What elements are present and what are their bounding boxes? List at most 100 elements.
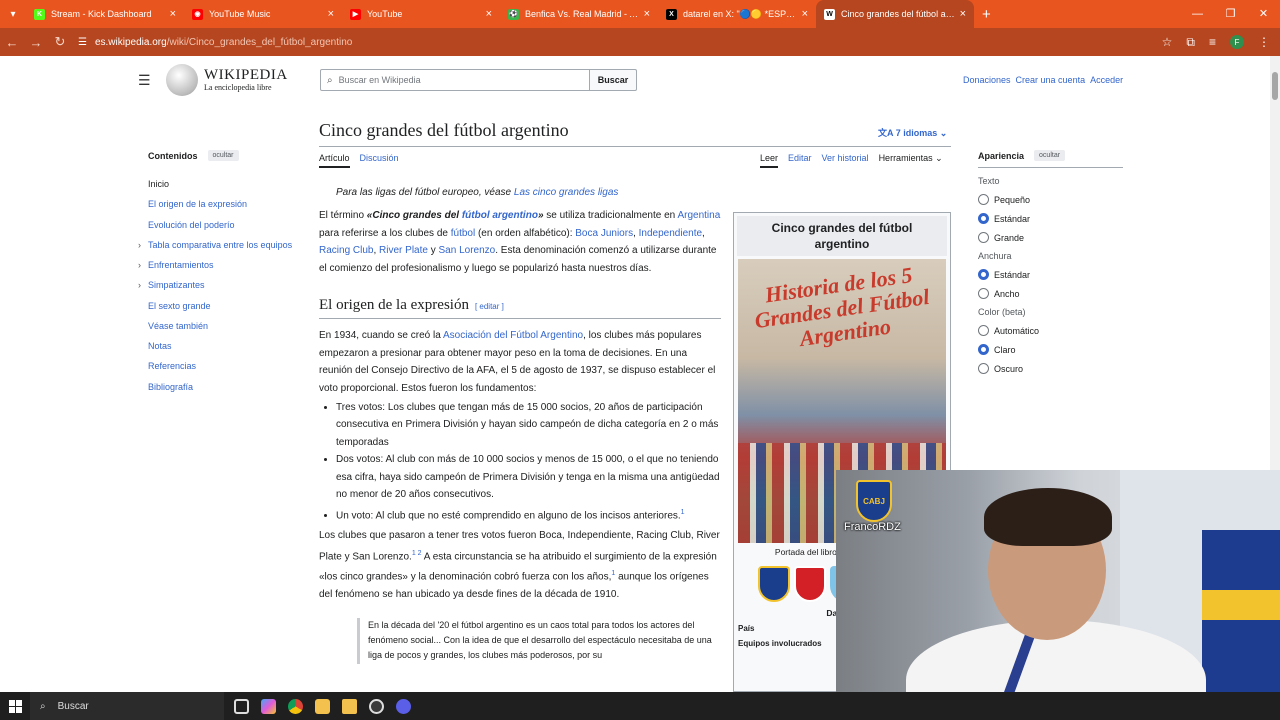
tab-edit[interactable]: Editar — [788, 153, 812, 168]
ref-link[interactable]: 1 2 — [412, 550, 422, 557]
toc-item[interactable]: Evolución del poderío — [148, 220, 308, 231]
toc-hide-button[interactable]: ocultar — [207, 150, 239, 161]
radio-option[interactable]: Claro — [978, 344, 1123, 355]
appearance-hide-button[interactable]: ocultar — [1034, 150, 1066, 161]
toc-item[interactable]: Referencias — [148, 361, 308, 372]
copilot-icon[interactable] — [261, 698, 276, 714]
section-edit-link[interactable]: [ editar ] — [475, 302, 504, 311]
radio-option[interactable]: Estándar — [978, 213, 1123, 224]
browser-tab[interactable]: ▶ YouTube × — [342, 0, 500, 28]
browser-tab[interactable]: ⚽ Benfica Vs. Real Madrid - Alinea × — [500, 0, 658, 28]
close-window-icon[interactable]: ✕ — [1247, 0, 1280, 28]
chrome-icon[interactable] — [288, 698, 303, 714]
link-futbol-argentino[interactable]: fútbol argentino — [462, 210, 538, 221]
main-menu-icon[interactable]: ☰ — [138, 72, 151, 89]
toc-item[interactable]: Bibliografía — [148, 382, 308, 393]
radio-button[interactable] — [978, 232, 989, 243]
toc-item[interactable]: El origen de la expresión — [148, 199, 308, 210]
search-input[interactable]: ⌕ Buscar en Wikipedia — [320, 69, 590, 91]
tools-dropdown[interactable]: Herramientas ⌄ — [879, 153, 943, 168]
link-racing-club[interactable]: Racing Club — [319, 245, 373, 256]
radio-button[interactable] — [978, 269, 989, 280]
radio-option[interactable]: Estándar — [978, 269, 1123, 280]
toc-item[interactable]: El sexto grande — [148, 301, 308, 312]
link-boca-juniors[interactable]: Boca Juniors — [575, 228, 633, 239]
tab-history[interactable]: Ver historial — [822, 153, 869, 168]
tab-read[interactable]: Leer — [760, 153, 779, 168]
obs-icon[interactable] — [369, 698, 384, 714]
close-tab-icon[interactable]: × — [960, 8, 966, 20]
maximize-icon[interactable]: ❐ — [1214, 0, 1247, 28]
new-tab-button[interactable]: + — [982, 6, 991, 23]
toc-item[interactable]: Véase también — [148, 321, 308, 332]
browser-tab[interactable]: Xdatarel en X: "🔵🟡 *ESPERAN × — [658, 0, 816, 28]
toc-item[interactable]: › Simpatizantes — [138, 280, 308, 291]
browser-menu-icon[interactable]: ⋮ — [1258, 35, 1270, 49]
radio-option[interactable]: Pequeño — [978, 194, 1123, 205]
donate-link[interactable]: Donaciones — [963, 75, 1011, 85]
browser-tab[interactable]: W Cinco grandes del fútbol argentin × — [816, 0, 974, 28]
scrollbar-thumb[interactable] — [1272, 72, 1278, 100]
close-tab-icon[interactable]: × — [802, 8, 808, 20]
link-futbol[interactable]: fútbol — [451, 228, 475, 239]
task-view-icon[interactable] — [234, 698, 249, 714]
toc-item[interactable]: Inicio — [148, 179, 308, 190]
link-argentina[interactable]: Argentina — [677, 210, 720, 221]
expand-caret-icon[interactable]: › — [138, 280, 141, 291]
radio-button[interactable] — [978, 344, 989, 355]
boca-crest-icon[interactable] — [758, 566, 790, 603]
quote-block: En la década del '20 el fútbol argentino… — [357, 617, 721, 664]
extensions-icon[interactable]: ⧉ — [1186, 35, 1195, 50]
back-icon[interactable]: ← — [0, 35, 24, 50]
independiente-crest-icon[interactable] — [794, 566, 826, 603]
expand-caret-icon[interactable]: › — [138, 260, 141, 271]
radio-option[interactable]: Automático — [978, 325, 1123, 336]
ref-link[interactable]: 1 — [681, 509, 685, 516]
expand-caret-icon[interactable]: › — [138, 240, 141, 251]
radio-option[interactable]: Ancho — [978, 288, 1123, 299]
forward-icon[interactable]: → — [24, 35, 48, 50]
reload-icon[interactable]: ↻ — [48, 34, 72, 50]
radio-option[interactable]: Grande — [978, 232, 1123, 243]
toc-item[interactable]: › Tabla comparativa entre los equipos — [138, 240, 308, 251]
bookmark-star-icon[interactable]: ☆ — [1162, 35, 1173, 49]
radio-button[interactable] — [978, 325, 989, 336]
profile-avatar[interactable]: F — [1230, 35, 1244, 49]
link-river-plate[interactable]: River Plate — [379, 245, 428, 256]
wikipedia-wordmark[interactable]: WIKIPEDIA — [204, 67, 288, 84]
toc-item[interactable]: Notas — [148, 341, 308, 352]
store-icon[interactable] — [342, 698, 357, 714]
browser-tab[interactable]: ◉ YouTube Music × — [184, 0, 342, 28]
radio-button[interactable] — [978, 363, 989, 374]
windows-start-icon[interactable] — [0, 692, 30, 720]
radio-button[interactable] — [978, 288, 989, 299]
link-san-lorenzo[interactable]: San Lorenzo — [439, 245, 496, 256]
tab-discussion[interactable]: Discusión — [360, 153, 399, 168]
language-button[interactable]: 文A 7 idiomas ⌄ — [878, 126, 947, 139]
reading-list-icon[interactable]: ≡ — [1209, 35, 1216, 49]
radio-button[interactable] — [978, 213, 989, 224]
site-info-icon[interactable]: ☰ — [78, 37, 87, 48]
file-explorer-icon[interactable] — [315, 698, 330, 714]
toc-item[interactable]: › Enfrentamientos — [138, 260, 308, 271]
close-tab-icon[interactable]: × — [486, 8, 492, 20]
search-button[interactable]: Buscar — [589, 69, 637, 91]
tab-article[interactable]: Artículo — [319, 153, 350, 168]
browser-tab[interactable]: K Stream - Kick Dashboard × — [26, 0, 184, 28]
close-tab-icon[interactable]: × — [328, 8, 334, 20]
minimize-icon[interactable]: — — [1181, 0, 1214, 28]
create-account-link[interactable]: Crear una cuenta — [1016, 75, 1086, 85]
url-field[interactable]: ☰ es.wikipedia.org/wiki/Cinco_grandes_de… — [78, 37, 1162, 48]
tab-search-icon[interactable]: ▾ — [0, 0, 26, 28]
taskbar-search[interactable]: ⌕ Buscar — [30, 692, 224, 720]
close-tab-icon[interactable]: × — [170, 8, 176, 20]
link-afa[interactable]: Asociación del Fútbol Argentino — [443, 330, 583, 341]
close-tab-icon[interactable]: × — [644, 8, 650, 20]
wikipedia-globe-logo[interactable] — [166, 64, 198, 96]
hatnote-link[interactable]: Las cinco grandes ligas — [514, 187, 619, 198]
link-independiente[interactable]: Independiente — [639, 228, 702, 239]
login-link[interactable]: Acceder — [1090, 75, 1123, 85]
radio-button[interactable] — [978, 194, 989, 205]
radio-option[interactable]: Oscuro — [978, 363, 1123, 374]
app-icon[interactable] — [396, 698, 411, 714]
